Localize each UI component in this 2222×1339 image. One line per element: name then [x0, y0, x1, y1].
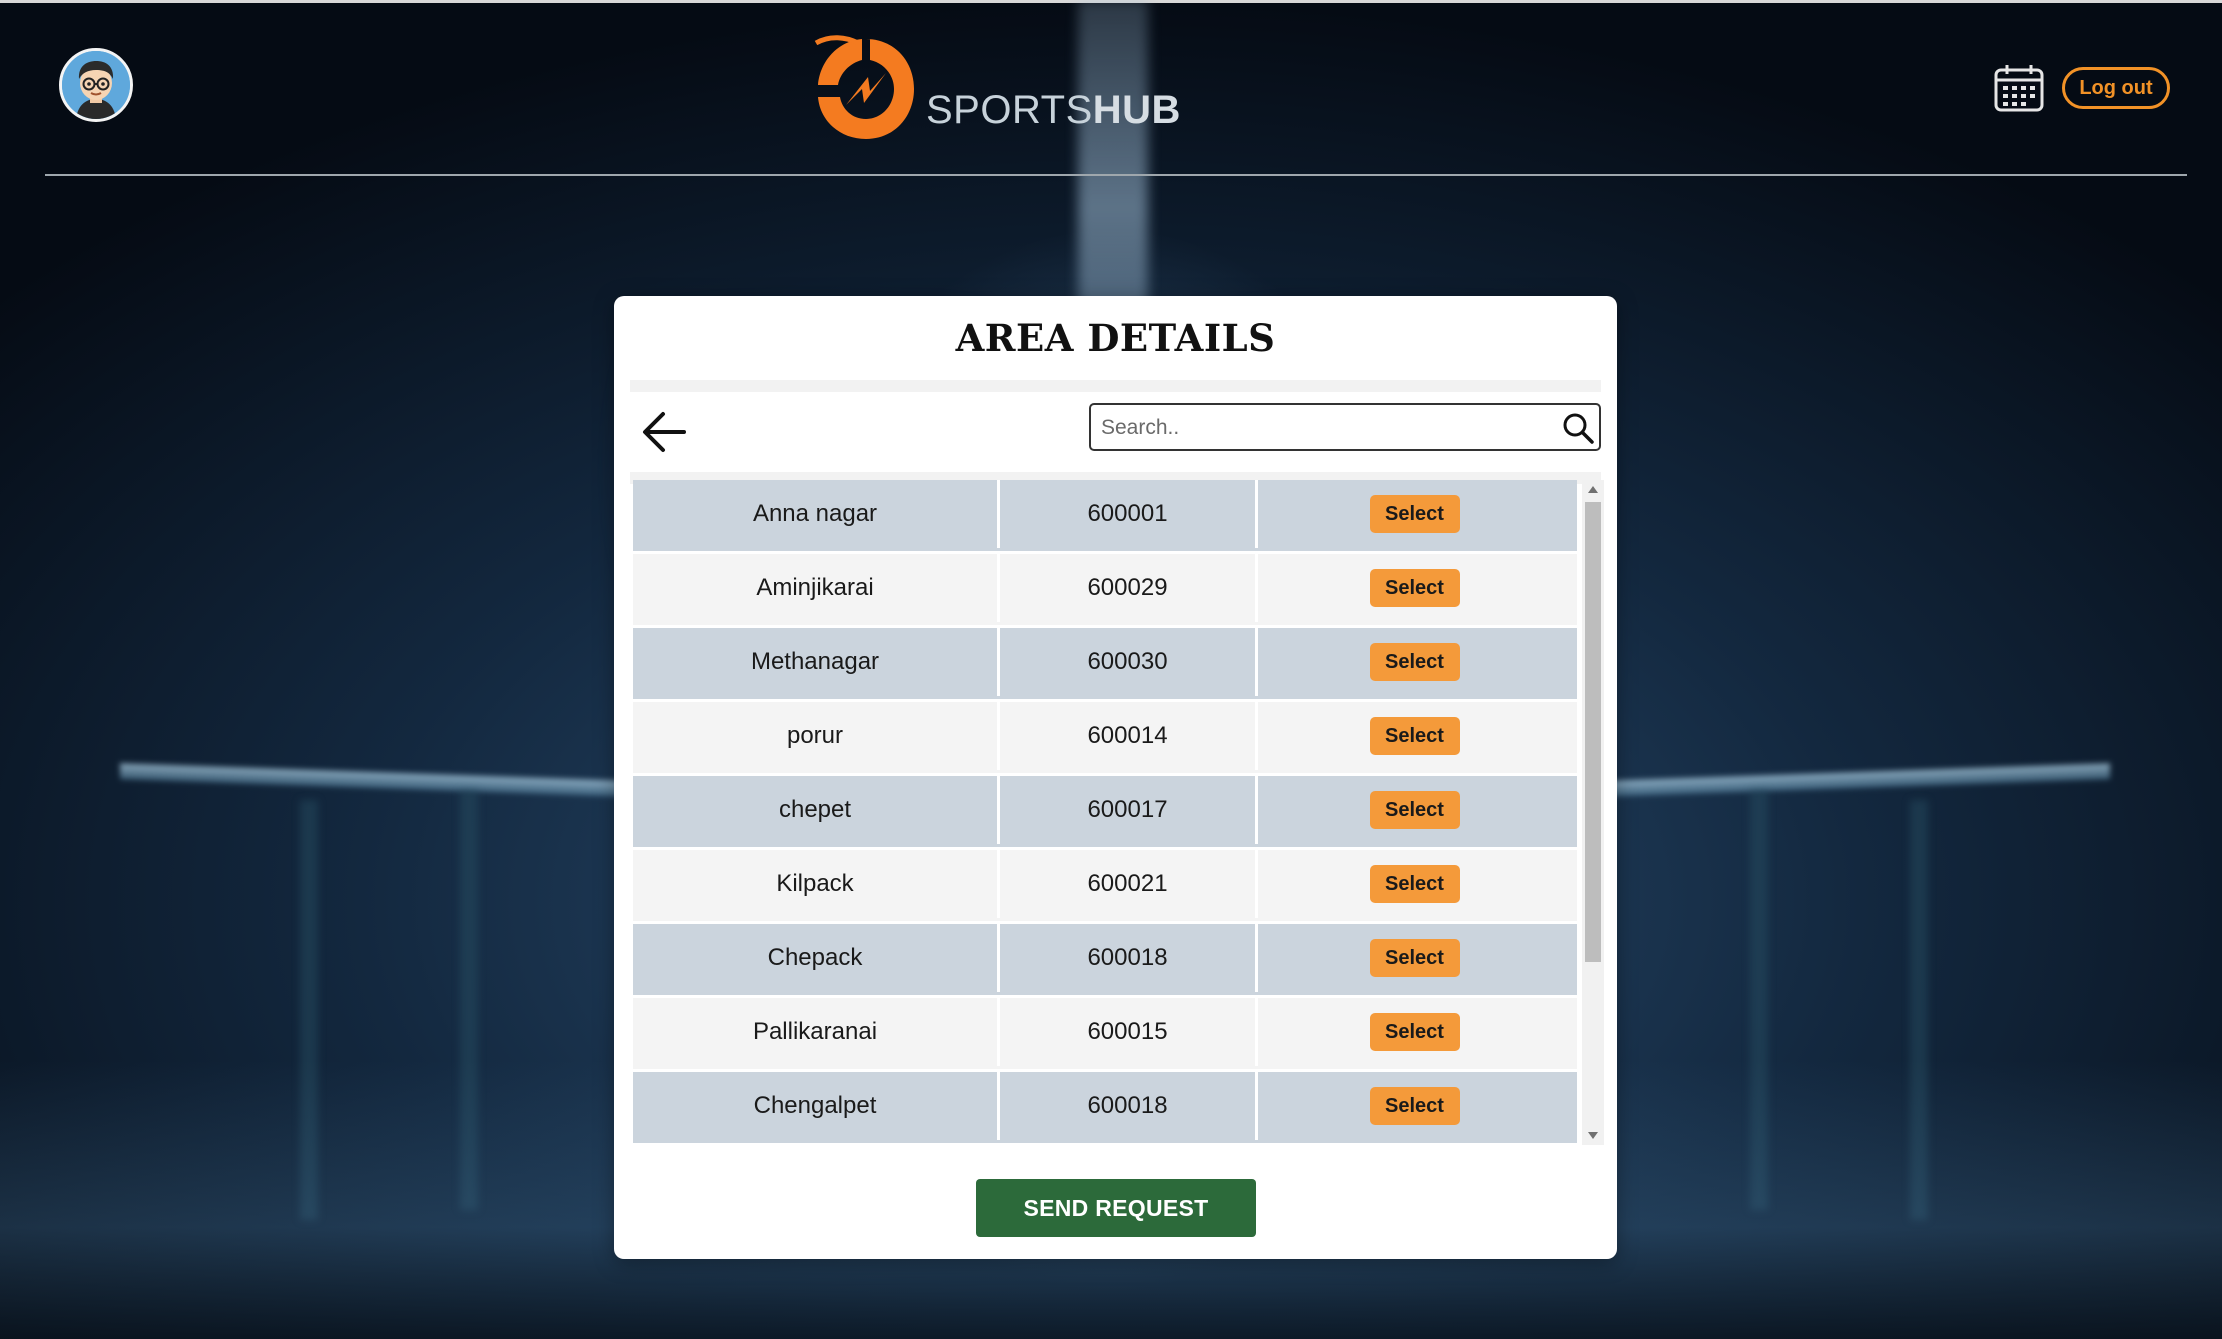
area-table-viewport: Anna nagar 600001 Select Aminjikarai 600029 S…: [633, 480, 1577, 1144]
scroll-down-button[interactable]: [1582, 1125, 1604, 1145]
table-row: Chengalpet 600018 Select: [633, 1072, 1577, 1144]
area-name-cell: porur: [633, 702, 1000, 770]
arrow-left-icon: [643, 412, 686, 452]
select-button[interactable]: Select: [1369, 939, 1460, 977]
select-button[interactable]: Select: [1369, 569, 1460, 607]
table-row: Aminjikarai 600029 Select: [633, 554, 1577, 628]
table-row: Kilpack 600021 Select: [633, 850, 1577, 924]
send-request-button[interactable]: SEND REQUEST: [976, 1179, 1256, 1237]
avatar[interactable]: [59, 48, 133, 122]
top-navigation-bar: SPORTSHUB Log out: [0, 0, 2222, 176]
table-scrollbar[interactable]: [1582, 480, 1604, 1145]
area-name-cell: Methanagar: [633, 628, 1000, 696]
area-name-cell: Chengalpet: [633, 1072, 1000, 1140]
select-button[interactable]: Select: [1369, 1013, 1460, 1051]
calendar-icon: [1994, 65, 2044, 112]
calendar-button[interactable]: [1994, 64, 2044, 112]
back-button[interactable]: [636, 404, 692, 460]
area-details-card: AREA DETAILS Anna nagar600001SelectAminj…: [614, 296, 1617, 1259]
search-button[interactable]: [1561, 411, 1595, 445]
table-row: chepet 600017 Select: [633, 776, 1577, 850]
table-row: Anna nagar 600001 Select: [633, 480, 1577, 554]
action-cell: Select: [1258, 554, 1571, 622]
logout-button[interactable]: Log out: [2062, 67, 2170, 109]
caret-down-icon: [1588, 1132, 1598, 1139]
scrollbar-thumb[interactable]: [1585, 502, 1601, 962]
select-button[interactable]: Select: [1369, 865, 1460, 903]
action-cell: Select: [1258, 924, 1571, 992]
area-name-cell: chepet: [633, 776, 1000, 844]
search-box: [1089, 403, 1601, 451]
caret-up-icon: [1588, 486, 1598, 493]
select-button[interactable]: Select: [1369, 495, 1460, 533]
area-table: Anna nagar 600001 Select Aminjikarai 600029 S…: [633, 480, 1599, 1144]
area-table-body: Anna nagar 600001 Select Aminjikarai 600029 S…: [633, 480, 1577, 1144]
action-cell: Select: [1258, 850, 1571, 918]
avatar-icon: [62, 51, 130, 119]
logo-wordmark-suffix: HUB: [1092, 88, 1181, 132]
select-button[interactable]: Select: [1369, 717, 1460, 755]
pincode-cell: 600030: [1000, 628, 1258, 696]
sportshub-logo[interactable]: SPORTSHUB: [810, 30, 1181, 145]
pincode-cell: 600001: [1000, 480, 1258, 548]
scroll-up-button[interactable]: [1582, 480, 1604, 500]
background-rail-right: [1610, 763, 2110, 797]
background-rail-left: [120, 763, 620, 797]
action-cell: Select: [1258, 998, 1571, 1066]
select-button[interactable]: Select: [1369, 791, 1460, 829]
header-divider: [45, 174, 2187, 176]
table-row: porur 600014 Select: [633, 702, 1577, 776]
select-button[interactable]: Select: [1369, 643, 1460, 681]
table-row: Chepack 600018 Select: [633, 924, 1577, 998]
action-cell: Select: [1258, 702, 1571, 770]
area-name-cell: Anna nagar: [633, 480, 1000, 548]
area-name-cell: Kilpack: [633, 850, 1000, 918]
pincode-cell: 600021: [1000, 850, 1258, 918]
pincode-cell: 600029: [1000, 554, 1258, 622]
card-toolbar: [630, 380, 1601, 484]
select-button[interactable]: Select: [1369, 1087, 1460, 1125]
area-name-cell: Aminjikarai: [633, 554, 1000, 622]
table-row: Pallikaranai 600015 Select: [633, 998, 1577, 1072]
action-cell: Select: [1258, 1072, 1571, 1140]
search-icon: [1563, 413, 1594, 444]
search-input[interactable]: [1099, 411, 1543, 445]
action-cell: Select: [1258, 628, 1571, 696]
pincode-cell: 600015: [1000, 998, 1258, 1066]
pincode-cell: 600014: [1000, 702, 1258, 770]
logo-wordmark: SPORTSHUB: [926, 88, 1181, 133]
page-title: AREA DETAILS: [955, 316, 1276, 360]
logo-wordmark-prefix: SPORTS: [926, 88, 1093, 132]
pincode-cell: 600018: [1000, 1072, 1258, 1140]
table-row: Methanagar 600030 Select: [633, 628, 1577, 702]
action-cell: Select: [1258, 776, 1571, 844]
logo-mark-icon: [814, 35, 914, 139]
pincode-cell: 600017: [1000, 776, 1258, 844]
area-name-cell: Pallikaranai: [633, 998, 1000, 1066]
pincode-cell: 600018: [1000, 924, 1258, 992]
area-name-cell: Chepack: [633, 924, 1000, 992]
action-cell: Select: [1258, 480, 1571, 548]
